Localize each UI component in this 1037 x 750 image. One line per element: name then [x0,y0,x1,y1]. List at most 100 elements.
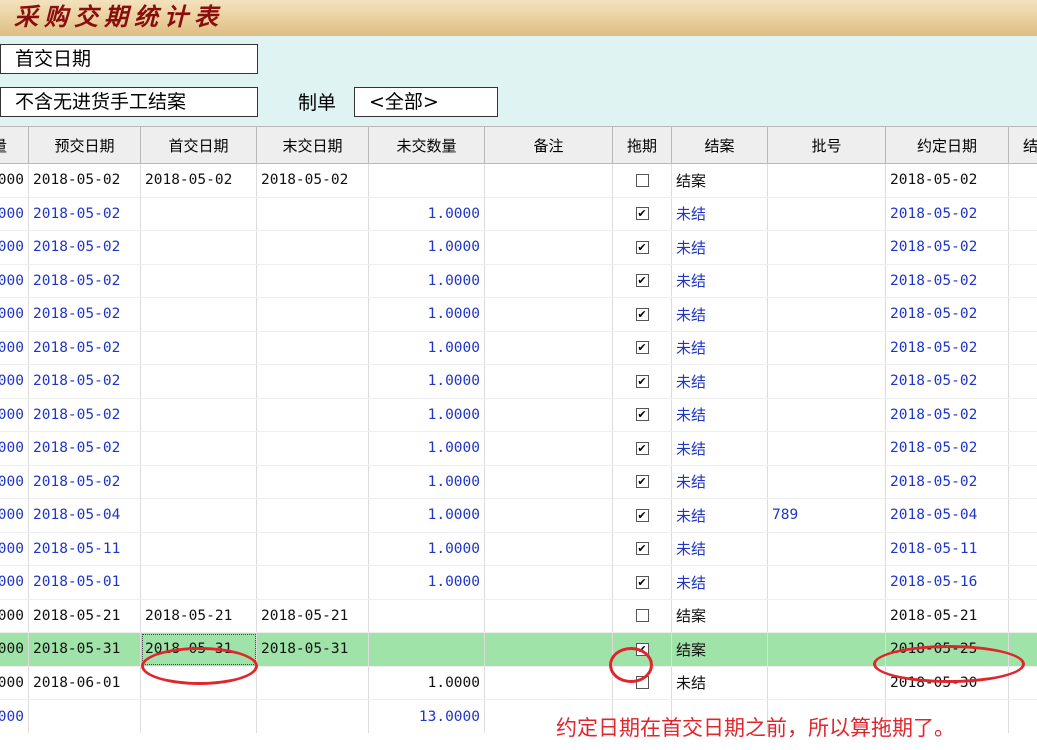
status-cell: 结案 [671,599,768,633]
table-row[interactable]: 0002018-05-021.0000未结2018-05-02 [0,331,1037,365]
last-date-cell [256,666,369,700]
delay-cell [612,297,672,332]
batch-cell [767,599,886,633]
batch-cell [767,431,886,466]
status-cell: 结案 [671,632,768,667]
column-header[interactable]: 拖期 [612,126,672,164]
agreed-date-cell: 2018-05-25 [885,632,1009,667]
qty-cell: 000 [0,163,29,198]
summary-first-date-cell [140,699,257,733]
table-row[interactable]: 0002018-05-021.0000未结2018-05-02 [0,264,1037,298]
table-row[interactable]: 0002018-05-021.0000未结2018-05-02 [0,398,1037,432]
first-date-cell [140,565,257,600]
delay-cell [612,398,672,432]
column-header[interactable]: 预交日期 [28,126,141,164]
last-date-cell [256,465,369,499]
checkbox-checked-icon[interactable] [635,341,649,355]
checkbox-checked-icon[interactable] [635,274,649,288]
delay-cell [612,632,672,667]
pre-date-cell: 2018-06-01 [28,666,141,700]
table-row[interactable]: 000 2018-06-01 1.0000 未结 2018-05-30 [0,666,1037,700]
column-header[interactable]: 未交数量 [368,126,485,164]
pre-date-cell: 2018-05-02 [28,398,141,432]
column-header[interactable]: 末交日期 [256,126,369,164]
pre-date-cell: 2018-05-02 [28,297,141,332]
batch-cell [767,565,886,600]
close-cell [1008,364,1037,399]
note-cell [484,297,613,332]
column-header[interactable]: 结案 [1008,126,1037,164]
note-cell [484,565,613,600]
table-row[interactable]: 0002018-05-021.0000未结2018-05-02 [0,465,1037,499]
pre-date-cell: 2018-05-31 [28,632,141,667]
checkbox-checked-icon[interactable] [635,374,649,388]
column-header[interactable]: 首交日期 [140,126,257,164]
checkbox-checked-icon[interactable] [635,207,649,221]
status-cell: 未结 [671,230,768,265]
agreed-date-cell: 2018-05-16 [885,565,1009,600]
checkbox-checked-icon[interactable] [635,240,649,254]
table-row[interactable]: 000 2018-05-21 2018-05-21 2018-05-21 结案 2018-… [0,599,1037,633]
batch-cell [767,465,886,499]
table-row[interactable]: 0002018-05-021.0000未结2018-05-02 [0,197,1037,231]
table-row[interactable]: 0002018-05-312018-05-312018-05-31结案2018-… [0,632,1037,667]
table-row[interactable]: 0002018-05-111.0000未结2018-05-11 [0,532,1037,566]
column-header[interactable]: 结案 [671,126,768,164]
summary-qty-cell: 000 [0,699,29,733]
table-row[interactable]: 000 2018-05-02 2018-05-02 2018-05-02 结案 2018-… [0,163,1037,198]
remain-qty-cell: 1.0000 [368,398,485,432]
table-row[interactable]: 0002018-05-021.0000未结2018-05-02 [0,364,1037,399]
table-row[interactable]: 0002018-05-041.0000未结7892018-05-04 [0,498,1037,533]
pre-date-cell: 2018-05-02 [28,163,141,198]
agreed-date-cell: 2018-05-11 [885,532,1009,566]
remain-qty-cell: 1.0000 [368,565,485,600]
qty-cell: 000 [0,632,29,667]
remain-qty-cell: 1.0000 [368,498,485,533]
column-header[interactable]: 批号 [767,126,886,164]
checkbox-checked-icon[interactable] [635,307,649,321]
checkbox-checked-icon[interactable] [635,542,649,556]
checkbox-checked-icon[interactable] [635,475,649,489]
qty-cell: 000 [0,230,29,265]
column-header[interactable]: 约定日期 [885,126,1009,164]
agreed-date-cell: 2018-05-02 [885,331,1009,365]
first-date-cell: 2018-05-02 [140,163,257,198]
note-cell [484,632,613,667]
qty-cell: 000 [0,197,29,231]
agreed-date-cell: 2018-05-02 [885,465,1009,499]
close-cell [1008,498,1037,533]
checkbox-checked-icon[interactable] [635,408,649,422]
table-row[interactable]: 0002018-05-021.0000未结2018-05-02 [0,230,1037,265]
agreed-date-cell: 2018-05-02 [885,364,1009,399]
checkbox-checked-icon[interactable] [635,441,649,455]
status-cell: 未结 [671,465,768,499]
case-filter-select[interactable]: 不含无进货手工结案 [0,87,258,117]
status-cell: 未结 [671,264,768,298]
status-cell: 未结 [671,297,768,332]
column-header[interactable]: 量 [0,126,29,164]
column-header[interactable]: 备注 [484,126,613,164]
status-cell: 未结 [671,532,768,566]
checkbox-checked-icon[interactable] [635,575,649,589]
checkbox-unchecked-icon[interactable] [635,173,649,187]
delay-cell [612,599,672,633]
qty-cell: 000 [0,297,29,332]
batch-cell [767,264,886,298]
delay-cell [612,431,672,466]
table-row[interactable]: 0002018-05-021.0000未结2018-05-02 [0,297,1037,332]
checkbox-checked-icon[interactable] [635,642,649,656]
table-row[interactable]: 0002018-05-021.0000未结2018-05-02 [0,431,1037,466]
checkbox-checked-icon[interactable] [635,508,649,522]
remain-qty-cell: 1.0000 [368,331,485,365]
qty-cell: 000 [0,666,29,700]
first-date-cell [140,364,257,399]
checkbox-unchecked-icon[interactable] [635,609,649,623]
table-row[interactable]: 0002018-05-01 1.0000 未结 2018-05-16 [0,565,1037,600]
data-grid: 量预交日期首交日期末交日期未交数量备注拖期结案批号约定日期结案 0002018-… [0,126,1037,733]
checkbox-unchecked-icon[interactable] [635,676,649,690]
filter-panel: 首交日期 不含无进货手工结案 制单 <全部> [0,36,1037,126]
delay-cell [612,532,672,566]
close-cell [1008,465,1037,499]
date-type-select[interactable]: 首交日期 [0,44,258,74]
maker-select[interactable]: <全部> [354,87,498,117]
